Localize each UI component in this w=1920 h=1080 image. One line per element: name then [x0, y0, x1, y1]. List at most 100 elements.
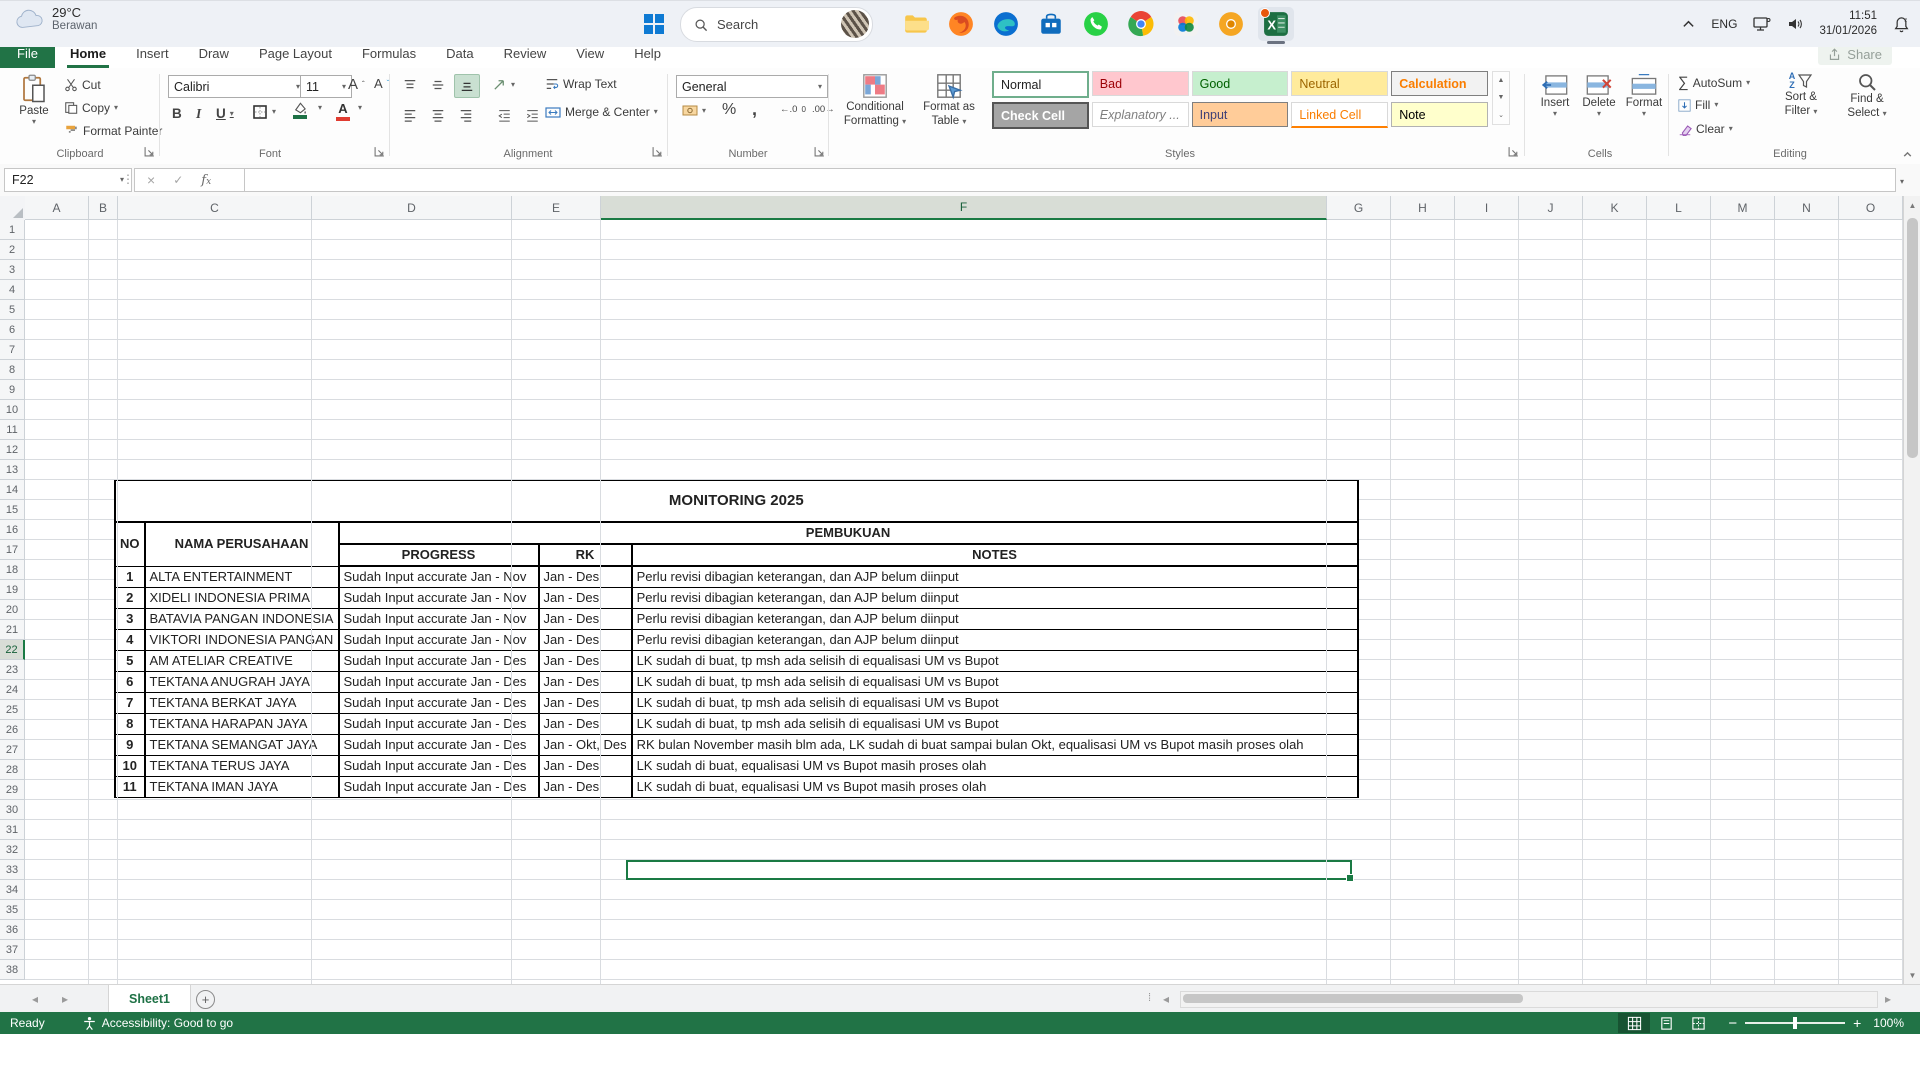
taskbar-search[interactable]: Search: [680, 7, 873, 42]
cell-nama[interactable]: BATAVIA PANGAN INDONESIA: [143, 608, 340, 630]
autosum-button[interactable]: ∑ AutoSum ▾: [1678, 74, 1750, 91]
cell-nama[interactable]: TEKTANA IMAN JAYA: [143, 776, 340, 798]
row-header-11[interactable]: 11: [0, 420, 25, 440]
accounting-format-button[interactable]: ▾: [682, 104, 706, 117]
delete-cells-button[interactable]: Delete ▾: [1578, 74, 1620, 118]
row-header-22[interactable]: 22: [0, 640, 25, 660]
row-header-33[interactable]: 33: [0, 860, 25, 880]
row-header-2[interactable]: 2: [0, 240, 25, 260]
column-header-D[interactable]: D: [312, 196, 512, 220]
wrap-text-button[interactable]: Wrap Text: [545, 77, 617, 91]
cell-notes[interactable]: Perlu revisi dibagian keterangan, dan AJ…: [630, 565, 1359, 588]
header-nama-perusahaan[interactable]: NAMA PERUSAHAAN: [143, 521, 340, 567]
number-format-combo[interactable]: General ▾: [676, 75, 828, 98]
cell-no[interactable]: 5: [114, 650, 146, 672]
row-header-16[interactable]: 16: [0, 520, 25, 540]
cell-progress[interactable]: Sudah Input accurate Jan - Des: [337, 671, 540, 693]
column-header-O[interactable]: O: [1839, 196, 1903, 220]
column-header-M[interactable]: M: [1711, 196, 1775, 220]
row-header-31[interactable]: 31: [0, 820, 25, 840]
row-header-35[interactable]: 35: [0, 900, 25, 920]
merge-center-button[interactable]: Merge & Center ▾: [545, 105, 658, 119]
cell-style-normal[interactable]: Normal: [992, 71, 1089, 98]
font-size-combo[interactable]: 11 ▾: [300, 75, 352, 98]
scroll-down-icon[interactable]: ▼: [1909, 966, 1917, 984]
cell-progress[interactable]: Sudah Input accurate Jan - Nov: [337, 587, 540, 609]
borders-button[interactable]: ▾: [252, 104, 276, 120]
font-color-button[interactable]: A: [336, 101, 350, 121]
row-header-19[interactable]: 19: [0, 580, 25, 600]
cell-style-good[interactable]: Good: [1191, 71, 1289, 96]
cell-rk[interactable]: Jan - Des: [537, 776, 633, 798]
cell-no[interactable]: 8: [114, 713, 146, 735]
hidden-icons-chevron[interactable]: [1682, 18, 1695, 31]
row-header-37[interactable]: 37: [0, 940, 25, 960]
cell-rk[interactable]: Jan - Des: [537, 608, 633, 630]
hscroll-left-icon[interactable]: ◂: [1156, 985, 1176, 1013]
conditional-formatting-button[interactable]: Conditional Formatting ▾: [838, 72, 912, 129]
cell-notes[interactable]: LK sudah di buat, tp msh ada selisih di …: [630, 713, 1359, 735]
confirm-entry-icon[interactable]: ✓: [173, 173, 183, 187]
cell-no[interactable]: 6: [114, 671, 146, 693]
format-painter-button[interactable]: Format Painter: [64, 124, 162, 138]
hscroll-right-icon[interactable]: ▸: [1878, 985, 1898, 1013]
column-header-A[interactable]: A: [25, 196, 89, 220]
cut-button[interactable]: Cut: [64, 78, 101, 92]
header-rk[interactable]: RK: [537, 543, 633, 567]
row-header-38[interactable]: 38: [0, 960, 25, 980]
styles-dialog-launcher[interactable]: [1508, 146, 1519, 157]
column-header-I[interactable]: I: [1455, 196, 1519, 220]
sheet-nav-next-icon[interactable]: ▸: [52, 985, 78, 1013]
cell-nama[interactable]: TEKTANA HARAPAN JAYA: [143, 713, 340, 735]
insert-function-icon[interactable]: fx: [201, 173, 211, 188]
taskbar-app-photos-icon[interactable]: [1168, 7, 1204, 41]
increase-font-button[interactable]: Aˆ: [348, 76, 365, 93]
taskbar-app-microsoft-store-icon[interactable]: [1033, 7, 1069, 41]
cell-rk[interactable]: Jan - Des: [537, 692, 633, 714]
column-header-K[interactable]: K: [1583, 196, 1647, 220]
vertical-scrollbar[interactable]: ▲ ▼: [1903, 196, 1920, 984]
cell-nama[interactable]: VIKTORI INDONESIA PANGAN: [143, 629, 340, 651]
table-title-cell[interactable]: MONITORING 2025: [114, 480, 1359, 523]
formula-input[interactable]: [244, 168, 1896, 192]
row-header-10[interactable]: 10: [0, 400, 25, 420]
row-header-30[interactable]: 30: [0, 800, 25, 820]
cell-rk[interactable]: Jan - Okt, Des: [537, 734, 633, 756]
column-header-H[interactable]: H: [1391, 196, 1455, 220]
cell-style-bad[interactable]: Bad: [1091, 71, 1189, 96]
cell-progress[interactable]: Sudah Input accurate Jan - Des: [337, 650, 540, 672]
notifications-bell-icon[interactable]: z: [1893, 16, 1910, 33]
sort-filter-button[interactable]: AZ Sort & Filter ▾: [1772, 72, 1830, 119]
cell-rk[interactable]: Jan - Des: [537, 650, 633, 672]
fill-color-button[interactable]: [292, 102, 307, 119]
cell-notes[interactable]: LK sudah di buat, tp msh ada selisih di …: [630, 692, 1359, 714]
cell-nama[interactable]: TEKTANA TERUS JAYA: [143, 755, 340, 777]
row-header-3[interactable]: 3: [0, 260, 25, 280]
cell-no[interactable]: 4: [114, 629, 146, 651]
row-header-36[interactable]: 36: [0, 920, 25, 940]
header-notes[interactable]: NOTES: [630, 543, 1359, 567]
row-header-24[interactable]: 24: [0, 680, 25, 700]
cell-notes[interactable]: LK sudah di buat, equalisasi UM vs Bupot…: [630, 755, 1359, 777]
horizontal-scroll-thumb[interactable]: [1183, 994, 1523, 1003]
cell-nama[interactable]: XIDELI INDONESIA PRIMA: [143, 587, 340, 609]
taskbar-app-excel-icon[interactable]: X: [1258, 7, 1294, 44]
search-highlight-image[interactable]: [841, 10, 869, 38]
horizontal-scrollbar[interactable]: [1180, 991, 1878, 1008]
column-header-B[interactable]: B: [89, 196, 118, 220]
align-center-button[interactable]: [426, 104, 450, 126]
cell-style-explanatory[interactable]: Explanatory ...: [1091, 102, 1189, 127]
row-header-27[interactable]: 27: [0, 740, 25, 760]
styles-gallery-scroll[interactable]: ▲ ▼ ⌄: [1492, 71, 1510, 125]
taskbar-app-edge-icon[interactable]: [988, 7, 1024, 41]
collapse-ribbon-button[interactable]: [1902, 149, 1913, 160]
cell-no[interactable]: 1: [114, 565, 146, 588]
row-header-9[interactable]: 9: [0, 380, 25, 400]
taskbar-app-chrome-icon[interactable]: [1123, 7, 1159, 41]
accessibility-status[interactable]: Accessibility: Good to go: [83, 1016, 233, 1031]
cell-rk[interactable]: Jan - Des: [537, 587, 633, 609]
cell-no[interactable]: 9: [114, 734, 146, 756]
cell-progress[interactable]: Sudah Input accurate Jan - Des: [337, 713, 540, 735]
column-header-N[interactable]: N: [1775, 196, 1839, 220]
cell-progress[interactable]: Sudah Input accurate Jan - Nov: [337, 629, 540, 651]
